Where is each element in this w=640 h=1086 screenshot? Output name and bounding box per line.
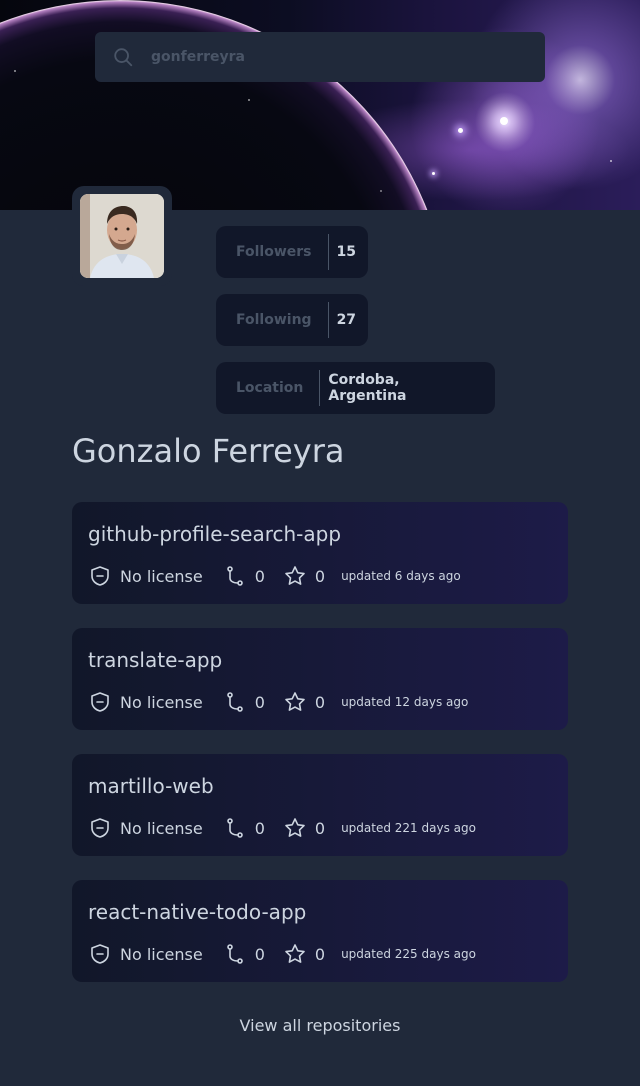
repo-updated: updated 221 days ago <box>341 821 476 835</box>
followers-stat: Followers 15 <box>216 226 368 278</box>
search-input[interactable] <box>151 49 511 65</box>
repo-title[interactable]: martillo-web <box>88 774 214 798</box>
repo-forks-count: 0 <box>254 692 265 712</box>
repo-forks: 0 <box>223 564 265 588</box>
repo-updated: updated 6 days ago <box>341 569 461 583</box>
repo-stars-count: 0 <box>314 566 326 586</box>
repo-license: No license <box>88 816 203 840</box>
star-glow <box>458 128 463 133</box>
repo-license: No license <box>88 942 203 966</box>
fork-icon <box>226 818 243 838</box>
location-label: Location <box>216 370 321 406</box>
star-dot <box>380 190 382 192</box>
repo-forks: 0 <box>223 690 265 714</box>
repo-license: No license <box>88 690 203 714</box>
fork-icon <box>226 692 243 712</box>
star-icon <box>285 944 305 963</box>
following-label: Following <box>216 302 329 338</box>
license-shield-icon <box>91 692 109 712</box>
license-shield-icon <box>91 566 109 586</box>
repo-meta: No license 0 0 updated 225 days ago <box>88 944 476 964</box>
repo-stars: 0 <box>283 816 325 840</box>
star-glow <box>500 117 508 125</box>
repo-license: No license <box>88 564 203 588</box>
repo-stars: 0 <box>283 942 325 966</box>
avatar-frame <box>72 186 172 286</box>
repo-card[interactable]: github-profile-search-app No license 0 0… <box>72 502 568 604</box>
repo-updated: updated 12 days ago <box>341 695 469 709</box>
repo-title[interactable]: github-profile-search-app <box>88 522 341 546</box>
followers-label: Followers <box>216 234 329 270</box>
fork-icon <box>226 944 243 964</box>
star-dot <box>248 99 250 101</box>
repo-forks-count: 0 <box>254 818 265 838</box>
license-shield-icon <box>91 818 109 838</box>
fork-icon <box>226 566 243 586</box>
location-value: Cordoba, Argentina <box>328 372 407 404</box>
search-bar[interactable] <box>95 32 545 82</box>
following-value: 27 <box>336 312 357 328</box>
star-dot <box>610 160 612 162</box>
star-icon <box>285 566 305 585</box>
star-glow <box>432 172 435 175</box>
followers-value: 15 <box>336 244 356 260</box>
repo-meta: No license 0 0 updated 12 days ago <box>88 692 468 712</box>
repo-stars: 0 <box>283 690 325 714</box>
repo-card[interactable]: react-native-todo-app No license 0 0 upd… <box>72 880 568 982</box>
profile-name: Gonzalo Ferreyra <box>72 432 345 470</box>
following-stat: Following 27 <box>216 294 368 346</box>
search-icon <box>95 32 151 82</box>
star-icon <box>285 692 305 711</box>
repo-title[interactable]: react-native-todo-app <box>88 900 306 924</box>
repo-stars-count: 0 <box>314 692 326 712</box>
view-all-repositories-link[interactable]: View all repositories <box>0 1016 640 1035</box>
repo-stars-count: 0 <box>314 944 326 964</box>
repo-updated: updated 225 days ago <box>341 947 476 961</box>
repo-card[interactable]: translate-app No license 0 0 updated 12 … <box>72 628 568 730</box>
license-shield-icon <box>91 944 109 964</box>
repo-stars: 0 <box>283 564 325 588</box>
repo-stars-count: 0 <box>314 818 326 838</box>
repo-license-label: No license <box>120 818 203 838</box>
repo-license-label: No license <box>120 566 203 586</box>
location-stat: Location Cordoba, Argentina <box>216 362 495 414</box>
repo-forks-count: 0 <box>254 566 265 586</box>
repo-license-label: No license <box>120 692 203 712</box>
repo-meta: No license 0 0 updated 6 days ago <box>88 566 461 586</box>
star-icon <box>285 818 305 837</box>
repo-card[interactable]: martillo-web No license 0 0 updated 221 … <box>72 754 568 856</box>
star-dot <box>14 70 16 72</box>
repo-meta: No license 0 0 updated 221 days ago <box>88 818 476 838</box>
repo-forks-count: 0 <box>254 944 265 964</box>
repo-forks: 0 <box>223 816 265 840</box>
avatar <box>80 194 164 278</box>
repo-license-label: No license <box>120 944 203 964</box>
repo-title[interactable]: translate-app <box>88 648 222 672</box>
repo-forks: 0 <box>223 942 265 966</box>
